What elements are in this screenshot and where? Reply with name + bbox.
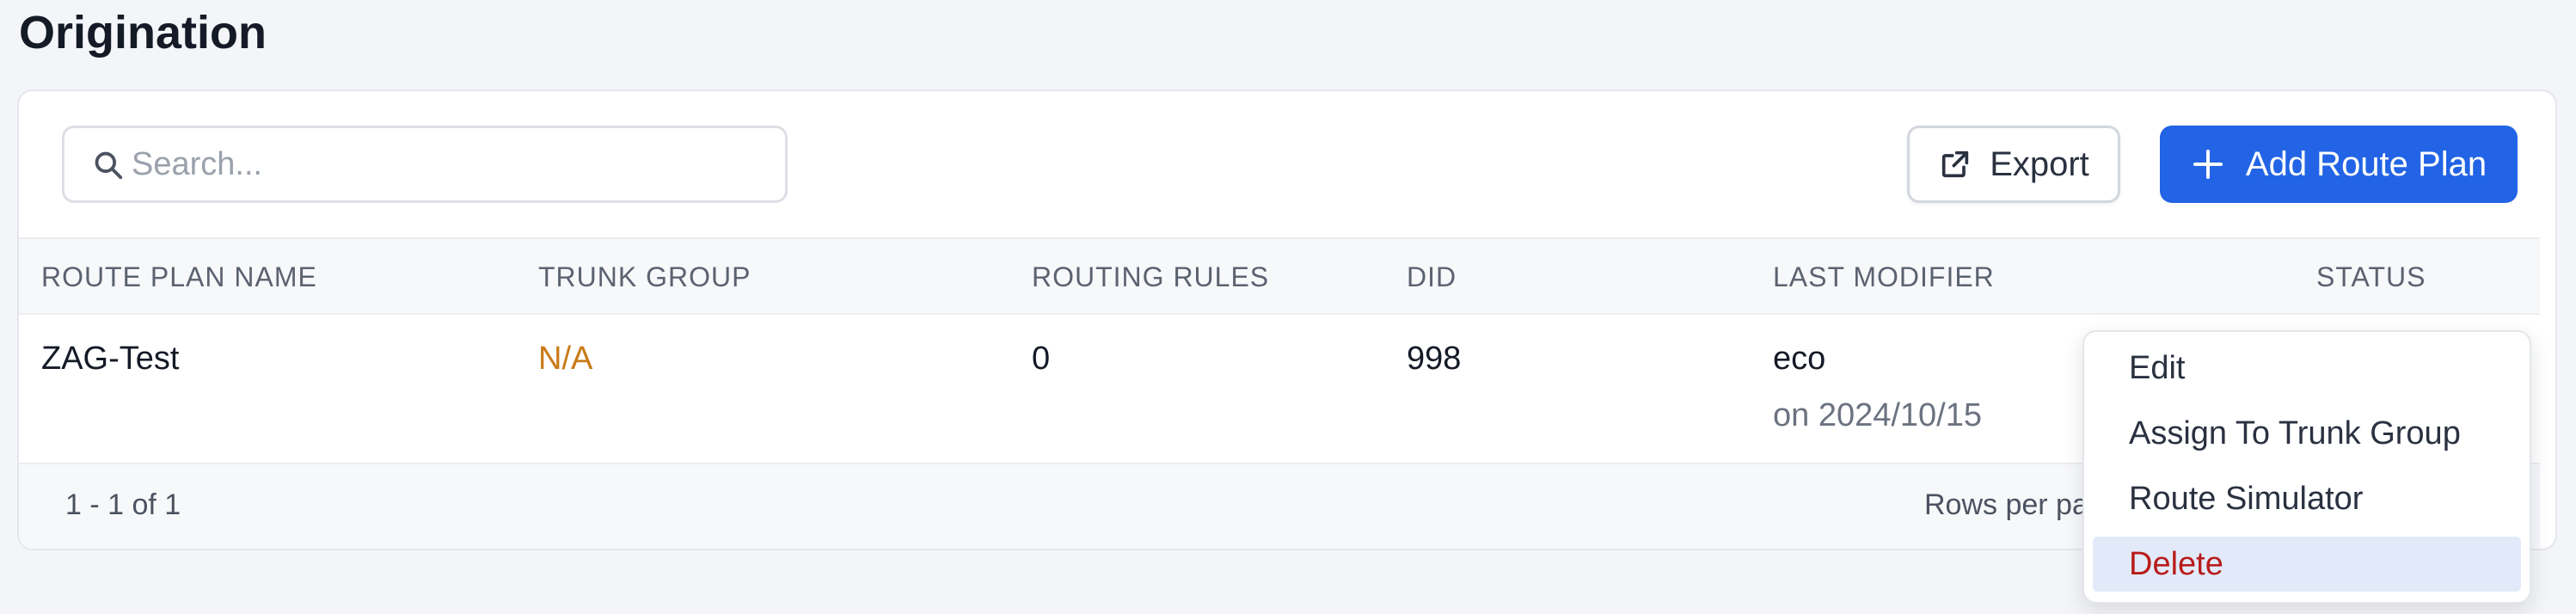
column-header-status[interactable]: STATUS	[2316, 261, 2426, 293]
search-icon	[95, 151, 123, 180]
column-header-last-modifier[interactable]: LAST MODIFIER	[1773, 261, 1995, 293]
menu-item-delete[interactable]: Delete	[2093, 537, 2521, 592]
menu-item-edit[interactable]: Edit	[2093, 341, 2521, 396]
add-route-plan-button[interactable]: Add Route Plan	[2160, 126, 2518, 203]
column-header-trunk-group[interactable]: TRUNK GROUP	[538, 261, 751, 293]
cell-last-modifier: eco	[1773, 341, 1826, 377]
menu-item-assign-to-trunk-group[interactable]: Assign To Trunk Group	[2093, 406, 2521, 461]
table-header: ROUTE PLAN NAME TRUNK GROUP ROUTING RULE…	[19, 237, 2540, 315]
search-input[interactable]	[132, 128, 768, 200]
cell-routing-rules: 0	[1032, 341, 1051, 377]
export-label: Export	[1990, 144, 2089, 183]
cell-trunk-group: N/A	[538, 341, 593, 377]
add-route-plan-label: Add Route Plan	[2245, 144, 2487, 183]
column-header-did[interactable]: DID	[1407, 261, 1457, 293]
export-button[interactable]: Export	[1907, 126, 2120, 203]
search-box[interactable]	[62, 126, 788, 203]
menu-item-route-simulator[interactable]: Route Simulator	[2093, 471, 2521, 526]
cell-did: 998	[1407, 341, 1462, 377]
column-header-route-plan-name[interactable]: ROUTE PLAN NAME	[41, 261, 317, 293]
cell-modified-date: on 2024/10/15	[1773, 397, 1983, 433]
column-header-routing-rules[interactable]: ROUTING RULES	[1032, 261, 1269, 293]
cell-route-plan-name[interactable]: ZAG-Test	[41, 341, 179, 378]
external-link-icon	[1942, 150, 1969, 178]
row-actions-menu: Edit Assign To Trunk Group Route Simulat…	[2082, 330, 2531, 604]
plus-icon	[2193, 150, 2223, 179]
rows-per-page-label: Rows per page	[1924, 488, 2107, 521]
page-title: Origination	[19, 7, 267, 58]
pagination-summary: 1 - 1 of 1	[65, 488, 181, 521]
